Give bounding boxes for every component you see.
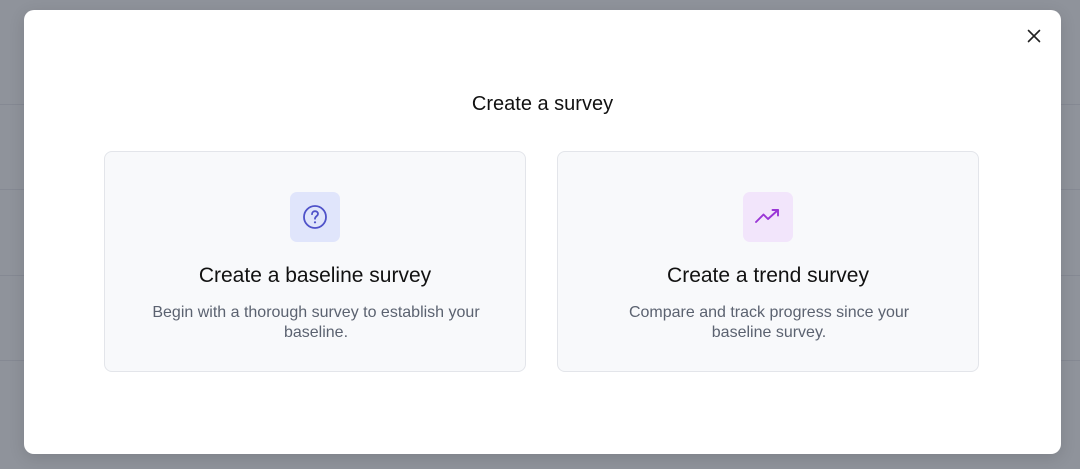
dialog-title: Create a survey	[471, 93, 614, 115]
trend-option-title: Create a trend survey	[667, 264, 869, 287]
trending-up-icon	[755, 209, 779, 223]
close-icon	[1027, 29, 1041, 43]
close-button[interactable]	[1023, 25, 1045, 47]
question-circle-icon	[303, 205, 327, 229]
trend-icon-badge	[743, 192, 793, 242]
trend-option-description: Compare and track progress since your ba…	[628, 304, 910, 341]
create-survey-dialog: Create a survey Create a baseline survey…	[24, 10, 1061, 454]
baseline-option-title: Create a baseline survey	[198, 264, 432, 287]
baseline-option-description: Begin with a thorough survey to establis…	[152, 304, 480, 341]
baseline-icon-badge	[290, 192, 340, 242]
trend-survey-option[interactable]: Create a trend survey Compare and track …	[557, 151, 979, 372]
baseline-survey-option[interactable]: Create a baseline survey Begin with a th…	[104, 151, 526, 372]
